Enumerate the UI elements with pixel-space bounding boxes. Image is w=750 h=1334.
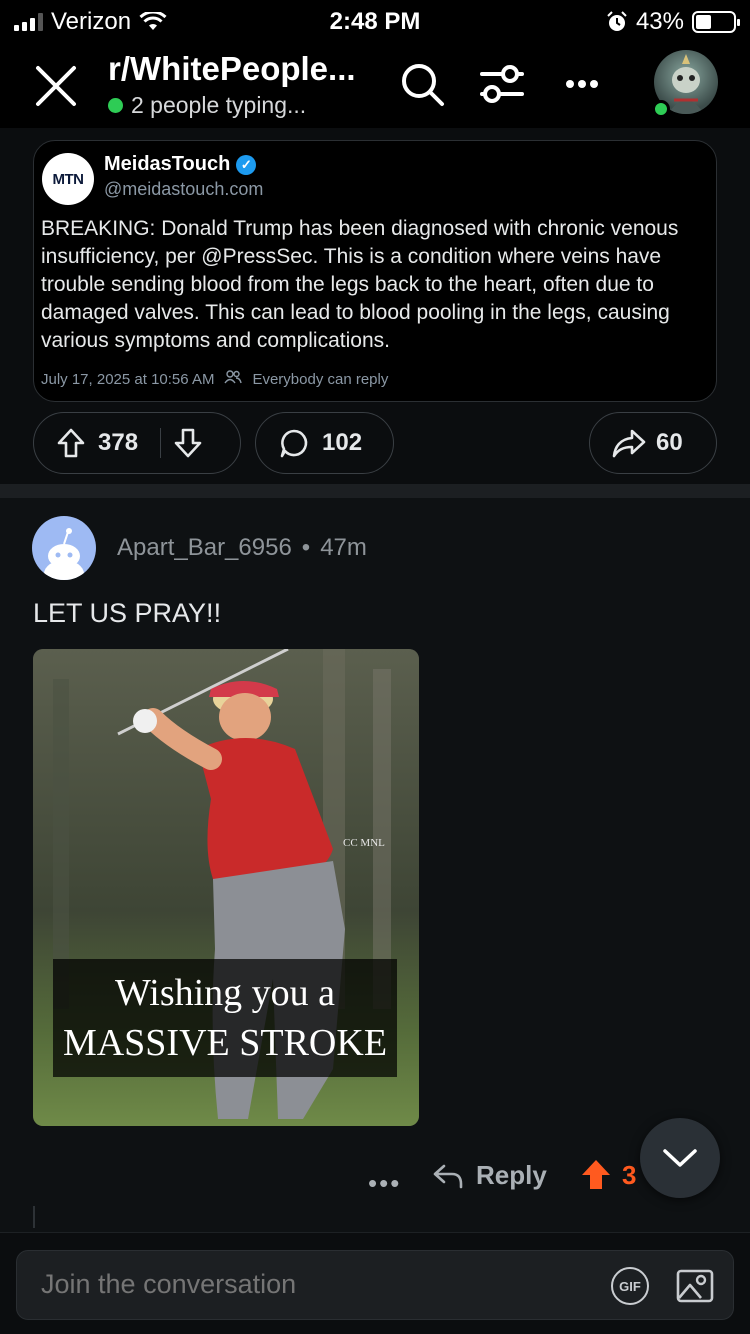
comment-image[interactable]: CC MNL Wishing you a MASSIVE STROKE <box>33 649 419 1126</box>
embedded-tweet[interactable]: MTN MeidasTouch ✓ @meidastouch.com BREAK… <box>33 140 717 402</box>
reply-arrow-icon <box>433 1164 463 1188</box>
share-button[interactable]: 60 <box>589 412 717 474</box>
share-icon <box>612 429 646 458</box>
commenter-avatar[interactable] <box>32 516 96 580</box>
image-caption-line2: MASSIVE STROKE <box>63 1022 387 1064</box>
people-icon <box>224 370 243 388</box>
alarm-icon <box>607 11 627 31</box>
filter-icon[interactable] <box>476 58 528 110</box>
comment-text: LET US PRAY!! <box>33 598 222 628</box>
comment-actions: ••• Reply 3 <box>0 1158 750 1208</box>
post-vote-control: 378 <box>33 412 241 474</box>
chevron-down-icon <box>663 1149 697 1167</box>
vote-divider <box>160 428 162 458</box>
online-status-icon <box>652 100 670 118</box>
image-upload-icon[interactable] <box>675 1266 715 1306</box>
comment: Apart_Bar_6956 • 47m LET US PRAY!! CC MN… <box>0 498 750 1238</box>
tweet-author-name: MeidasTouch <box>104 153 231 175</box>
comment-age: 47m <box>320 534 367 561</box>
chat-header: r/WhitePeople... 2 people typing... <box>0 40 750 128</box>
battery-percent: 43% <box>635 8 684 35</box>
share-count: 60 <box>656 429 683 456</box>
upvote-filled-icon[interactable] <box>580 1158 612 1192</box>
post-upvote-count: 378 <box>98 429 139 456</box>
section-divider <box>0 484 750 498</box>
gif-button[interactable]: GIF <box>611 1267 649 1305</box>
comment-vote-control[interactable]: 3 <box>580 1158 636 1192</box>
subreddit-title[interactable]: r/WhitePeople... <box>108 50 356 88</box>
reply-button[interactable]: Reply <box>432 1160 547 1191</box>
typing-text: 2 people typing... <box>131 92 307 118</box>
meidastouch-logo: MTN <box>42 153 94 205</box>
scroll-down-button[interactable] <box>640 1118 720 1198</box>
close-icon[interactable] <box>30 60 82 112</box>
comment-count: 102 <box>322 429 363 456</box>
image-caption-line1: Wishing you a <box>115 972 335 1014</box>
tweet-body: BREAKING: Donald Trump has been diagnose… <box>41 217 679 352</box>
online-dot-icon <box>108 98 123 113</box>
thread-line <box>33 1206 35 1228</box>
commenter-username[interactable]: Apart_Bar_6956 <box>117 534 292 562</box>
comment-bubble-icon <box>280 429 308 458</box>
status-right: 43% <box>606 8 740 36</box>
image-watermark: CC MNL <box>343 837 385 849</box>
tweet-handle: @meidastouch.com <box>104 179 264 199</box>
comment-more-button[interactable]: ••• <box>368 1168 401 1199</box>
verified-badge-icon: ✓ <box>236 154 257 175</box>
meta-separator: • <box>301 534 311 561</box>
composer: GIF <box>16 1250 734 1320</box>
upvote-icon[interactable] <box>56 427 86 459</box>
typing-indicator: 2 people typing... <box>108 92 306 119</box>
search-icon[interactable] <box>396 58 448 110</box>
reply-setting: Everybody can reply <box>252 370 389 388</box>
post: MTN MeidasTouch ✓ @meidastouch.com BREAK… <box>0 128 750 484</box>
comments-button[interactable]: 102 <box>255 412 394 474</box>
downvote-icon[interactable] <box>173 427 203 459</box>
tweet-timestamp: July 17, 2025 at 10:56 AM <box>41 370 215 388</box>
tweet-meta: July 17, 2025 at 10:56 AM Everybody can … <box>41 370 388 388</box>
status-bar: Verizon 2:48 PM 43% <box>0 0 750 40</box>
more-options-icon[interactable] <box>556 58 608 110</box>
battery-icon <box>692 11 740 33</box>
comment-upvote-count: 3 <box>622 1159 637 1190</box>
comment-meta: Apart_Bar_6956 • 47m <box>117 534 367 562</box>
conversation-input[interactable] <box>41 1269 581 1300</box>
tweet-author: MeidasTouch ✓ <box>104 153 257 176</box>
reply-label: Reply <box>476 1160 547 1190</box>
